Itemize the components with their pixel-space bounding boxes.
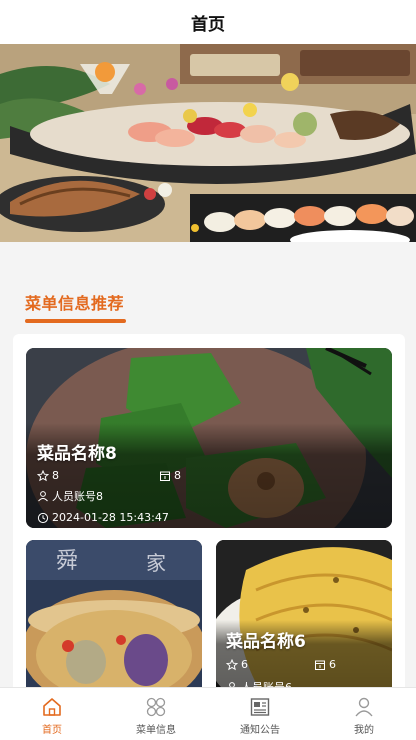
user-icon	[355, 697, 373, 717]
section-title: 菜单信息推荐	[25, 294, 125, 313]
dish-collects: 8	[159, 469, 181, 482]
home-icon	[43, 698, 61, 716]
dish-likes: 8	[37, 469, 59, 482]
user-icon	[38, 491, 48, 502]
calendar-icon	[315, 660, 325, 670]
grid-icon	[146, 697, 166, 717]
dish-account: 人员账号8	[37, 488, 103, 504]
dish-name: 菜品名称8	[37, 444, 117, 464]
collects-count: 8	[174, 469, 181, 482]
star-icon	[226, 658, 238, 670]
calendar-icon	[160, 471, 170, 481]
clock-icon	[37, 512, 49, 523]
top-navigation-bar: 首页	[0, 0, 416, 44]
tab-notice[interactable]: 通知公告	[208, 688, 312, 740]
svg-text:家: 家	[146, 551, 166, 575]
tab-menu-info[interactable]: 菜单信息	[104, 688, 208, 740]
banner-carousel[interactable]	[0, 44, 416, 242]
app-page: 首页 菜单信息推荐 菜品名称8 8 8 人员账号8 2024-01-28 15:…	[0, 0, 416, 740]
tab-home-label: 首页	[42, 725, 62, 736]
tab-mine-label: 我的	[354, 725, 374, 736]
likes-count: 6	[241, 658, 248, 671]
dish-card[interactable]: 舜 家	[26, 540, 202, 700]
account-name: 人员账号8	[52, 490, 103, 503]
tab-home[interactable]: 首页	[0, 688, 104, 740]
page-title: 首页	[191, 14, 225, 35]
newspaper-icon	[250, 698, 270, 716]
dish-card[interactable]: 菜品名称6 6 6 人员账号6	[216, 540, 392, 700]
tab-notice-label: 通知公告	[240, 725, 280, 736]
star-icon	[37, 469, 49, 481]
dish-likes: 6	[226, 658, 248, 671]
recommend-section-header: 菜单信息推荐	[0, 242, 416, 334]
dish-image: 舜 家	[26, 540, 202, 700]
bottom-tab-bar: 首页 菜单信息 通知公告 我的	[0, 687, 416, 740]
svg-text:舜: 舜	[56, 549, 78, 574]
collects-count: 6	[329, 658, 336, 671]
section-title-underline	[25, 319, 126, 323]
publish-time: 2024-01-28 15:43:47	[52, 511, 169, 524]
dish-collects: 6	[314, 658, 336, 671]
tab-menu-info-label: 菜单信息	[136, 725, 176, 736]
dish-card[interactable]: 菜品名称8 8 8 人员账号8 2024-01-28 15:43:47	[26, 348, 392, 528]
tab-mine[interactable]: 我的	[312, 688, 416, 740]
likes-count: 8	[52, 469, 59, 482]
dish-name: 菜品名称6	[226, 632, 306, 652]
dish-time: 2024-01-28 15:43:47	[37, 511, 169, 524]
banner-food-image	[0, 44, 416, 242]
